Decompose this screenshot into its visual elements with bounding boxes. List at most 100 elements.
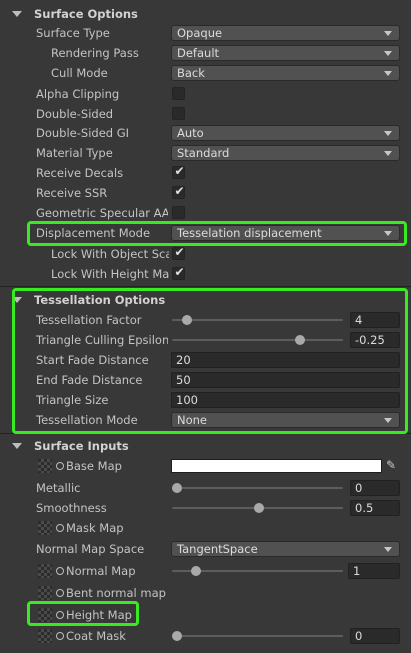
coat-mask-row: Coat Mask 0	[0, 626, 411, 646]
double-sided-checkbox[interactable]	[172, 107, 185, 120]
surface-type-dropdown[interactable]: Opaque	[171, 25, 400, 41]
object-picker-icon[interactable]	[56, 462, 64, 470]
field-label: Metallic	[36, 481, 81, 495]
receive-ssr-row: Receive SSR ✔	[0, 183, 411, 203]
field-label: Lock With Object Sca	[51, 247, 169, 261]
field-label: Material Type	[36, 146, 113, 160]
texture-slot[interactable]	[38, 629, 52, 643]
receive-decals-checkbox[interactable]: ✔	[172, 164, 185, 179]
smoothness-field[interactable]: 0.5	[350, 500, 400, 516]
start-fade-row: Start Fade Distance 20	[0, 350, 411, 370]
coat-mask-field[interactable]: 0	[350, 628, 400, 644]
slider-handle[interactable]	[172, 483, 182, 493]
object-picker-icon[interactable]	[56, 611, 64, 619]
bent-normal-map-row: Bent normal map	[0, 583, 411, 603]
field-label: Coat Mask	[66, 629, 126, 643]
field-label: Lock With Height Map	[51, 267, 169, 281]
object-picker-icon[interactable]	[56, 632, 64, 640]
dropdown-value: Auto	[177, 126, 204, 140]
normal-map-space-dropdown[interactable]: TangentSpace	[171, 541, 400, 557]
foldout-arrow-icon[interactable]	[12, 297, 22, 303]
chevron-down-icon	[384, 51, 392, 56]
checkmark-icon: ✔	[174, 184, 185, 198]
dropdown-value: Back	[177, 66, 205, 80]
surface-inputs-header[interactable]: Surface Inputs	[0, 436, 411, 456]
field-label: Height Map	[66, 608, 132, 622]
field-value: 0	[355, 481, 363, 495]
receive-ssr-checkbox[interactable]: ✔	[172, 184, 185, 199]
field-value: 0	[355, 629, 363, 643]
rendering-pass-row: Rendering Pass Default	[0, 43, 411, 63]
foldout-arrow-icon[interactable]	[12, 11, 22, 17]
surface-type-row: Surface Type Opaque	[0, 23, 411, 43]
tessellation-mode-dropdown[interactable]: None	[171, 412, 400, 428]
displacement-mode-dropdown[interactable]: Tesselation displacement	[171, 225, 400, 241]
surface-options-header[interactable]: Surface Options	[0, 4, 411, 24]
smoothness-row: Smoothness 0.5	[0, 498, 411, 518]
dropdown-value: None	[177, 413, 208, 427]
field-label: Tessellation Factor	[36, 313, 142, 327]
field-label: Double-Sided	[36, 107, 114, 121]
normal-map-strength-field[interactable]: 1	[348, 563, 400, 579]
dropdown-value: Standard	[177, 146, 230, 160]
start-fade-field[interactable]: 20	[171, 352, 400, 368]
slider-handle[interactable]	[182, 315, 192, 325]
texture-slot[interactable]	[38, 564, 52, 578]
object-picker-icon[interactable]	[56, 524, 64, 532]
object-picker-icon[interactable]	[56, 567, 64, 575]
material-type-dropdown[interactable]: Standard	[171, 145, 400, 161]
field-label: Double-Sided GI	[36, 126, 130, 140]
field-label: Triangle Culling Epsilon	[36, 333, 168, 347]
geometric-specular-aa-checkbox[interactable]	[172, 206, 185, 219]
field-label: Normal Map	[66, 564, 136, 578]
metallic-field[interactable]: 0	[350, 480, 400, 496]
cull-mode-row: Cull Mode Back	[0, 63, 411, 83]
slider-handle[interactable]	[295, 335, 305, 345]
end-fade-row: End Fade Distance 50	[0, 370, 411, 390]
cull-mode-dropdown[interactable]: Back	[171, 65, 400, 81]
material-type-row: Material Type Standard	[0, 143, 411, 163]
chevron-down-icon	[384, 547, 392, 552]
slider-handle[interactable]	[254, 503, 264, 513]
field-label: Normal Map Space	[36, 542, 145, 556]
foldout-arrow-icon[interactable]	[12, 443, 22, 449]
section-title: Tessellation Options	[34, 293, 166, 307]
base-color-swatch[interactable]	[171, 459, 382, 473]
texture-slot[interactable]	[38, 459, 52, 473]
eyedropper-icon[interactable]: ✎	[386, 458, 400, 472]
texture-slot[interactable]	[38, 586, 52, 600]
field-label: Geometric Specular AA	[36, 206, 168, 220]
field-label: Cull Mode	[51, 66, 108, 80]
culling-epsilon-field[interactable]: -0.25	[350, 332, 400, 348]
dropdown-value: Opaque	[177, 26, 223, 40]
field-label: End Fade Distance	[36, 373, 143, 387]
slider-track[interactable]	[172, 319, 343, 321]
alpha-clipping-checkbox[interactable]	[172, 87, 185, 100]
slider-track[interactable]	[172, 487, 343, 489]
chevron-down-icon	[384, 418, 392, 423]
slider-track[interactable]	[172, 339, 343, 341]
slider-handle[interactable]	[172, 631, 182, 641]
field-value: 50	[176, 373, 191, 387]
tessellation-factor-row: Tessellation Factor 4	[0, 310, 411, 330]
dropdown-value: Default	[177, 46, 220, 60]
normal-map-space-row: Normal Map Space TangentSpace	[0, 539, 411, 559]
texture-slot[interactable]	[38, 521, 52, 535]
tessellation-mode-row: Tessellation Mode None	[0, 410, 411, 430]
tessellation-options-header[interactable]: Tessellation Options	[0, 290, 411, 310]
lock-height-map-checkbox[interactable]: ✔	[172, 265, 185, 280]
tessellation-factor-field[interactable]: 4	[350, 312, 400, 328]
field-value: 1	[353, 564, 361, 578]
field-label: Receive SSR	[36, 186, 108, 200]
double-sided-gi-dropdown[interactable]: Auto	[171, 125, 400, 141]
object-picker-icon[interactable]	[56, 589, 64, 597]
triangle-size-field[interactable]: 100	[171, 392, 400, 408]
lock-object-scale-checkbox[interactable]: ✔	[172, 245, 185, 260]
slider-handle[interactable]	[191, 566, 201, 576]
end-fade-field[interactable]: 50	[171, 372, 400, 388]
slider-track[interactable]	[172, 635, 343, 637]
texture-slot[interactable]	[38, 608, 52, 622]
section-divider	[0, 433, 411, 434]
rendering-pass-dropdown[interactable]: Default	[171, 45, 400, 61]
lock-height-map-row: Lock With Height Map ✔	[0, 264, 411, 284]
